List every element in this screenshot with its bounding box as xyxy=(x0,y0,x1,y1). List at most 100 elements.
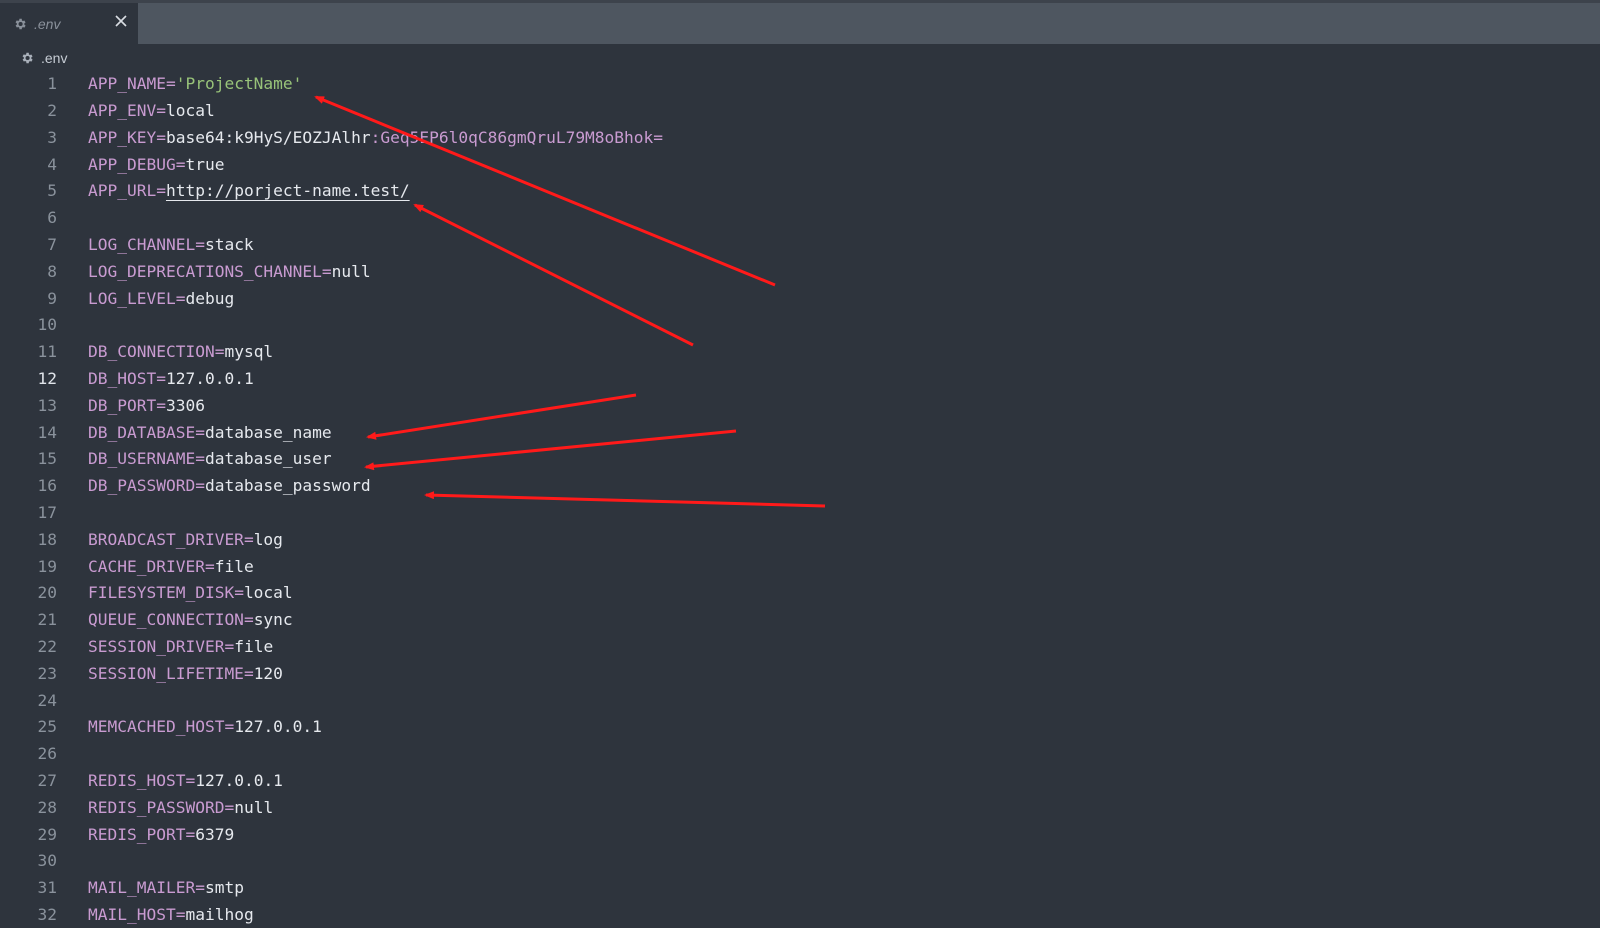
code-line[interactable]: 10 xyxy=(0,311,1600,338)
equals-sign: = xyxy=(234,583,244,603)
code-line[interactable]: 13 DB_PORT=3306 xyxy=(0,392,1600,419)
line-number: 7 xyxy=(47,234,57,254)
equals-sign: = xyxy=(243,663,254,683)
env-key: DB_PASSWORD xyxy=(88,476,196,496)
env-key: CACHE_DRIVER xyxy=(88,556,205,576)
env-value: 120 xyxy=(253,663,283,683)
env-key: REDIS_PORT xyxy=(88,824,186,844)
code-line[interactable]: 1 APP_NAME='ProjectName' xyxy=(0,70,1600,97)
code-line[interactable]: 15 DB_USERNAME=database_user xyxy=(0,445,1600,472)
equals-sign: = xyxy=(156,368,166,388)
line-number: 6 xyxy=(47,208,57,228)
equals-sign: = xyxy=(204,556,215,576)
equals-sign: = xyxy=(243,610,254,630)
line-number: 20 xyxy=(37,583,58,603)
code-line[interactable]: 4 APP_DEBUG=true xyxy=(0,150,1600,177)
env-value: http://porject-name.test/ xyxy=(165,181,410,201)
code-line[interactable]: 26 xyxy=(0,740,1600,767)
code-line[interactable]: 3 APP_KEY=base64:k9HyS/EOZJAlhr:Geq5EP6l0… xyxy=(0,124,1600,151)
code-line[interactable]: 16 DB_PASSWORD=database_password xyxy=(0,472,1600,499)
equals-sign: = xyxy=(175,288,186,308)
code-line[interactable]: 25 MEMCACHED_HOST=127.0.0.1 xyxy=(0,713,1600,740)
code-line[interactable]: 29 REDIS_PORT=6379 xyxy=(0,820,1600,847)
code-line[interactable]: 9 LOG_LEVEL=debug xyxy=(0,284,1600,311)
code-line[interactable]: 28 REDIS_PASSWORD=null xyxy=(0,794,1600,821)
code-line[interactable]: 6 xyxy=(0,204,1600,231)
code-editor[interactable]: 1 APP_NAME='ProjectName' 2 APP_ENV=local 3 AP… xyxy=(0,70,1600,925)
code-line[interactable]: 11 DB_CONNECTION=mysql xyxy=(0,338,1600,365)
gear-icon xyxy=(15,18,26,29)
code-line[interactable]: 20 FILESYSTEM_DISK=local xyxy=(0,579,1600,606)
env-key: APP_URL xyxy=(88,181,157,201)
line-number: 16 xyxy=(37,476,58,496)
line-text: QUEUE_CONNECTION=sync xyxy=(88,610,293,629)
env-value: file xyxy=(214,556,254,576)
code-line[interactable]: 2 APP_ENV=local xyxy=(0,97,1600,124)
env-key: DB_DATABASE xyxy=(88,422,196,442)
env-key: DB_USERNAME xyxy=(88,449,196,469)
line-number: 28 xyxy=(37,797,58,817)
code-line[interactable]: 21 QUEUE_CONNECTION=sync xyxy=(0,606,1600,633)
code-line[interactable]: 30 xyxy=(0,847,1600,874)
line-text: BROADCAST_DRIVER=log xyxy=(88,530,283,549)
code-line[interactable]: 18 BROADCAST_DRIVER=log xyxy=(0,526,1600,553)
env-key: MEMCACHED_HOST xyxy=(88,717,225,737)
breadcrumb-file[interactable]: .env xyxy=(41,50,67,66)
code-line[interactable]: 27 REDIS_HOST=127.0.0.1 xyxy=(0,767,1600,794)
line-number: 15 xyxy=(37,449,58,469)
env-key: REDIS_PASSWORD xyxy=(88,797,225,817)
close-icon[interactable] xyxy=(114,14,128,28)
line-number: 26 xyxy=(37,744,58,764)
line-number: 3 xyxy=(47,127,57,147)
env-key: REDIS_HOST xyxy=(88,770,186,790)
code-line[interactable]: 14 DB_DATABASE=database_name xyxy=(0,418,1600,445)
line-number: 25 xyxy=(37,717,58,737)
line-number: 27 xyxy=(37,770,58,790)
code-line[interactable]: 32 MAIL_HOST=mailhog xyxy=(0,901,1600,928)
line-text: REDIS_HOST=127.0.0.1 xyxy=(88,771,283,790)
code-line[interactable]: 24 xyxy=(0,686,1600,713)
env-key: DB_CONNECTION xyxy=(88,342,215,362)
line-number: 2 xyxy=(47,100,57,120)
tab-env[interactable]: .env xyxy=(0,3,138,44)
line-number: 17 xyxy=(37,502,58,522)
line-text: APP_ENV=local xyxy=(88,101,215,120)
equals-sign: = xyxy=(224,717,235,737)
env-key: FILESYSTEM_DISK xyxy=(88,583,235,603)
equals-sign: = xyxy=(214,342,225,362)
code-line[interactable]: 17 xyxy=(0,499,1600,526)
env-value: stack xyxy=(204,234,254,254)
env-value: file xyxy=(234,636,274,656)
line-text: CACHE_DRIVER=file xyxy=(88,557,254,576)
env-key: APP_DEBUG xyxy=(88,154,176,174)
env-value: 127.0.0.1 xyxy=(234,717,322,737)
code-line[interactable]: 23 SESSION_LIFETIME=120 xyxy=(0,660,1600,687)
env-value: mailhog xyxy=(185,904,254,924)
line-number: 8 xyxy=(47,261,57,281)
env-value: sync xyxy=(253,610,293,630)
equals-sign: = xyxy=(185,824,196,844)
code-line[interactable]: 19 CACHE_DRIVER=file xyxy=(0,552,1600,579)
line-number: 32 xyxy=(37,904,58,924)
code-line[interactable]: 22 SESSION_DRIVER=file xyxy=(0,633,1600,660)
breadcrumb: .env xyxy=(20,48,67,68)
line-text: APP_KEY=base64:k9HyS/EOZJAlhr:Geq5EP6l0q… xyxy=(88,128,663,147)
env-key: LOG_CHANNEL xyxy=(88,234,196,254)
code-line[interactable]: 5 APP_URL=http://porject-name.test/ xyxy=(0,177,1600,204)
equals-sign: = xyxy=(165,74,176,94)
env-key: DB_PORT xyxy=(88,395,157,415)
code-line[interactable]: 8 LOG_DEPRECATIONS_CHANNEL=null xyxy=(0,258,1600,285)
line-text: DB_DATABASE=database_name xyxy=(88,423,332,442)
env-value: null xyxy=(234,797,274,817)
code-line[interactable]: 7 LOG_CHANNEL=stack xyxy=(0,231,1600,258)
env-value: true xyxy=(185,154,225,174)
env-key: MAIL_MAILER xyxy=(88,878,196,898)
env-key: SESSION_DRIVER xyxy=(88,636,225,656)
code-line[interactable]: 31 MAIL_MAILER=smtp xyxy=(0,874,1600,901)
equals-sign: = xyxy=(195,422,205,442)
line-number: 10 xyxy=(37,315,58,335)
env-key: SESSION_LIFETIME xyxy=(88,663,244,683)
env-value: local xyxy=(165,100,215,120)
code-line[interactable]: 12 DB_HOST=127.0.0.1 xyxy=(0,365,1600,392)
line-number: 29 xyxy=(37,824,58,844)
